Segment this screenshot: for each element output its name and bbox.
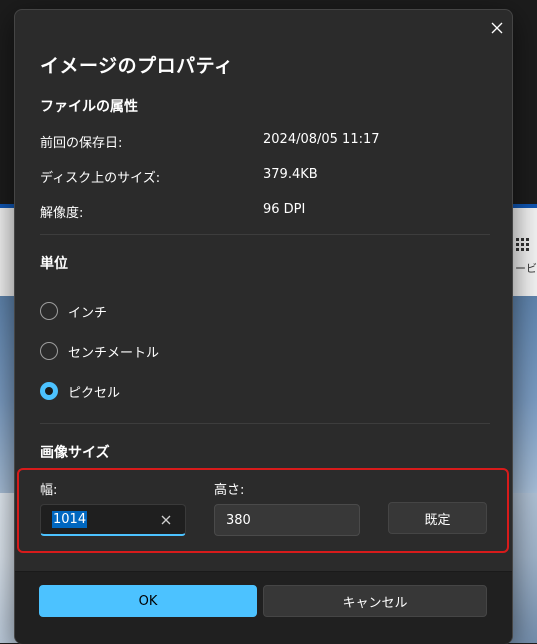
resolution-value: 96 DPI [263,202,306,217]
clear-icon [161,515,171,525]
background-left-panel [0,208,14,296]
default-size-button[interactable]: 既定 [388,502,487,534]
radio-indicator [40,302,58,320]
radio-indicator-checked [40,382,58,400]
ok-button[interactable]: OK [39,585,257,617]
clear-button[interactable] [159,513,173,527]
dialog-footer: OK キャンセル [15,571,512,644]
disk-size-label: ディスク上のサイズ: [40,171,161,186]
divider [40,234,490,235]
divider [40,423,490,424]
unit-radio-pixel[interactable]: ピクセル [40,380,120,402]
close-icon [491,22,503,34]
radio-label: インチ [68,305,108,321]
disk-size-value: 379.4KB [263,167,318,182]
last-saved-value: 2024/08/05 11:17 [263,132,380,147]
background-right-panel [511,208,537,296]
last-saved-label: 前回の保存日: [40,136,123,151]
units-heading: 単位 [40,256,68,272]
width-label: 幅: [40,483,58,498]
radio-indicator [40,342,58,360]
unit-radio-inch[interactable]: インチ [40,300,107,322]
width-value: 1014 [52,511,88,528]
unit-radio-centimeter[interactable]: センチメートル [40,340,159,362]
height-value: 380 [226,512,251,528]
height-input[interactable]: 380 [214,504,360,536]
background-right-label: ービ [515,262,537,275]
resolution-label: 解像度: [40,206,84,221]
cancel-button[interactable]: キャンセル [263,585,487,617]
width-input[interactable]: 1014 [40,504,186,536]
radio-label: ピクセル [68,385,121,401]
image-size-heading: 画像サイズ [40,445,110,461]
height-label: 高さ: [214,483,245,498]
image-properties-dialog: イメージのプロパティ ファイルの属性 前回の保存日: 2024/08/05 11… [14,9,513,644]
file-attributes-heading: ファイルの属性 [40,99,138,115]
dialog-title: イメージのプロパティ [40,55,234,77]
apps-grid-icon [516,238,530,252]
close-button[interactable] [485,16,509,40]
radio-label: センチメートル [68,345,160,361]
